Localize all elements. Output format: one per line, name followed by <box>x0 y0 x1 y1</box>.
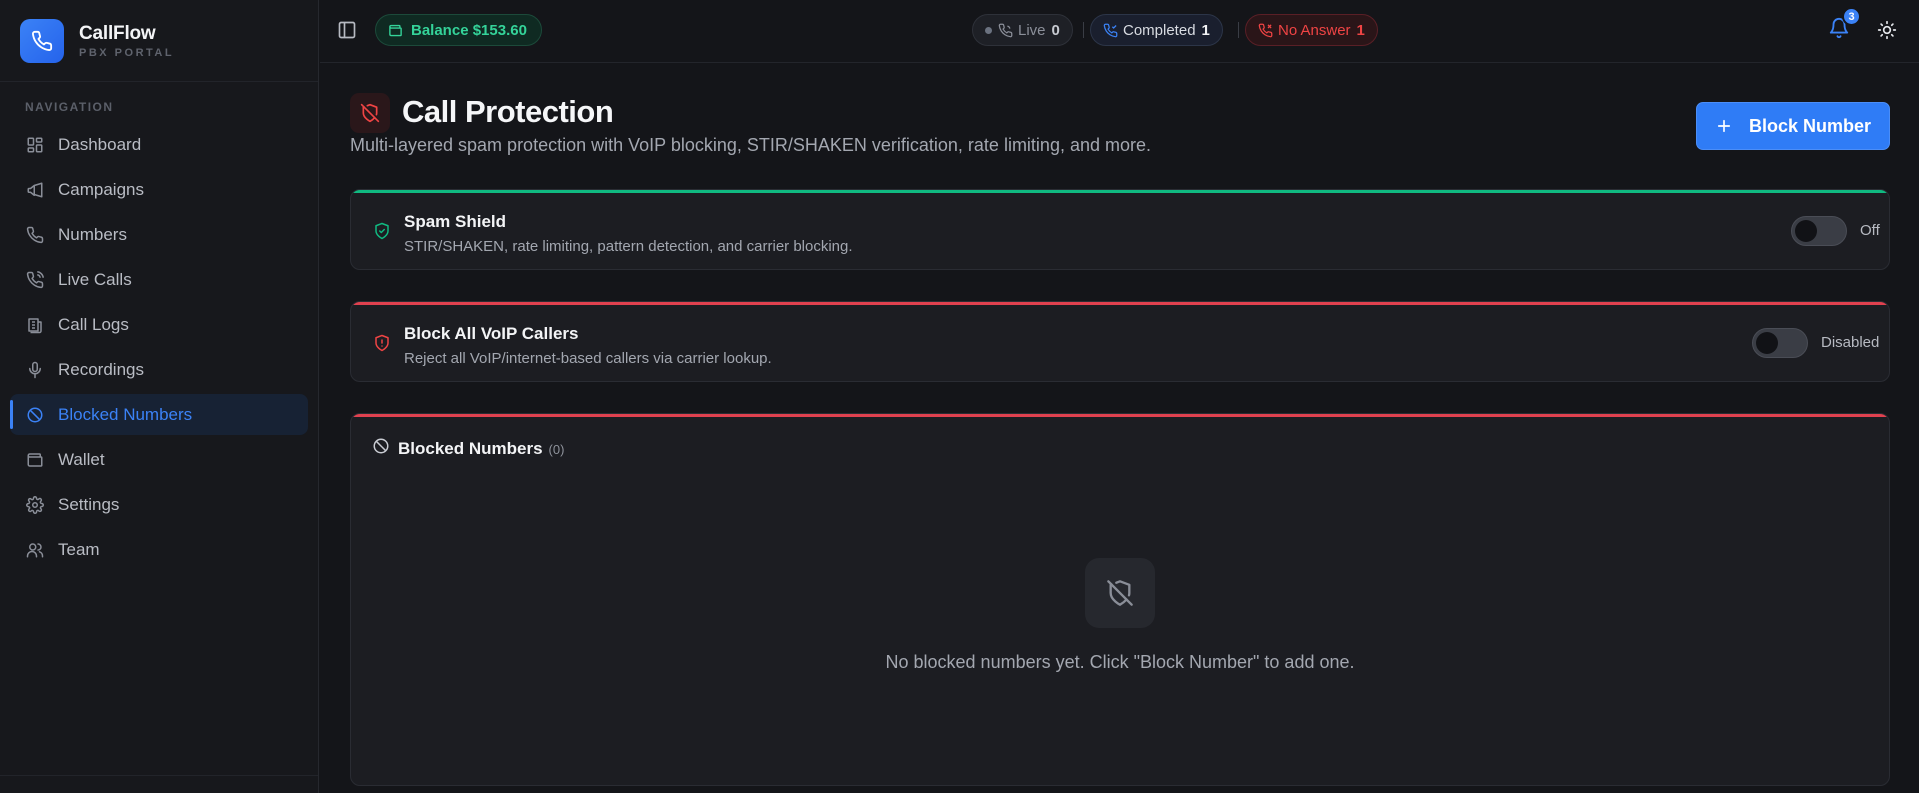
balance-label: Balance $153.60 <box>411 21 527 39</box>
voip-state: Disabled <box>1821 334 1880 351</box>
no-answer-label: No Answer <box>1278 21 1351 39</box>
sidebar-item-label: Settings <box>58 494 120 514</box>
phone-check-icon <box>1103 23 1118 37</box>
live-calls-pill[interactable]: Live 0 <box>972 14 1073 46</box>
sidebar-item-recordings[interactable]: Recordings <box>10 349 308 390</box>
sidebar-item-call-logs[interactable]: Call Logs <box>10 304 308 345</box>
ban-icon <box>373 438 389 454</box>
completed-count: 1 <box>1201 21 1210 39</box>
blocked-numbers-heading: Blocked Numbers <box>398 439 543 458</box>
sidebar-item-label: Live Calls <box>58 269 132 289</box>
megaphone-icon <box>27 182 43 197</box>
topbar: Balance $153.60 Live 0 Completed 1 No An… <box>320 0 1919 63</box>
voip-description: Reject all VoIP/internet-based callers v… <box>404 350 772 367</box>
live-status-dot <box>985 26 992 34</box>
sidebar-item-label: Recordings <box>58 359 144 379</box>
sidebar: CallFlow PBX PORTAL NAVIGATION Dashboard… <box>0 0 319 793</box>
sidebar-item-blocked-numbers[interactable]: Blocked Numbers <box>10 394 308 435</box>
blocked-numbers-card: Blocked Numbers (0) No blocked numbers ye… <box>350 413 1890 786</box>
divider <box>1083 22 1084 38</box>
voip-title: Block All VoIP Callers <box>404 324 579 343</box>
shield-off-icon <box>1107 580 1133 606</box>
live-count: 0 <box>1051 21 1060 39</box>
shield-off-icon <box>360 103 380 123</box>
shield-check-icon <box>375 222 389 240</box>
users-icon <box>26 542 44 557</box>
brand[interactable]: CallFlow PBX PORTAL <box>0 0 318 82</box>
wallet-icon <box>27 452 43 467</box>
block-number-label: Block Number <box>1748 115 1872 136</box>
live-label: Live <box>1018 21 1046 39</box>
voip-blocking-card: Block All VoIP Callers Reject all VoIP/i… <box>350 301 1890 382</box>
sidebar-item-dashboard[interactable]: Dashboard <box>10 124 308 165</box>
empty-state-icon <box>1085 558 1155 628</box>
phone-call-icon <box>26 270 44 288</box>
sidebar-item-live-calls[interactable]: Live Calls <box>10 259 308 300</box>
brand-logo <box>20 18 64 63</box>
page-subtitle: Multi-layered spam protection with VoIP … <box>350 135 1151 155</box>
sidebar-item-team[interactable]: Team <box>10 529 308 570</box>
nav-heading: NAVIGATION <box>25 100 114 114</box>
blocked-numbers-title: Blocked Numbers (0) <box>398 439 564 459</box>
spam-shield-state: Off <box>1860 222 1880 239</box>
dashboard-icon <box>27 137 43 152</box>
blocked-numbers-count: (0) <box>548 442 565 457</box>
phone-icon <box>26 226 44 243</box>
sidebar-item-settings[interactable]: Settings <box>10 484 308 525</box>
call-logs-icon <box>28 317 42 333</box>
sidebar-item-label: Numbers <box>58 224 127 244</box>
sidebar-item-label: Team <box>58 539 100 559</box>
phone-missed-icon <box>1258 23 1273 37</box>
sidebar-item-label: Wallet <box>58 449 105 469</box>
completed-label: Completed <box>1123 21 1196 39</box>
sun-icon[interactable] <box>1877 20 1897 40</box>
wallet-icon <box>389 24 402 36</box>
sidebar-item-label: Blocked Numbers <box>58 404 193 424</box>
spam-shield-title: Spam Shield <box>404 212 507 231</box>
sidebar-nav: Dashboard Campaigns Numbers Live Calls C… <box>10 124 308 574</box>
page-title: Call Protection <box>402 94 614 129</box>
spam-shield-description: STIR/SHAKEN, rate limiting, pattern dete… <box>404 238 853 255</box>
phone-call-icon <box>998 23 1013 37</box>
sidebar-toggle-icon[interactable] <box>337 20 357 40</box>
completed-calls-pill[interactable]: Completed 1 <box>1090 14 1223 46</box>
divider <box>1238 22 1239 38</box>
gear-icon <box>26 495 44 514</box>
brand-subtitle: PBX PORTAL <box>79 46 175 59</box>
page-icon <box>350 93 390 133</box>
voip-toggle[interactable] <box>1752 328 1808 358</box>
balance-badge[interactable]: Balance $153.60 <box>375 14 542 46</box>
no-answer-pill[interactable]: No Answer 1 <box>1245 14 1378 46</box>
empty-state-message: No blocked numbers yet. Click "Block Num… <box>885 652 1355 672</box>
ban-icon <box>27 407 43 422</box>
sidebar-footer <box>0 775 318 793</box>
notification-badge: 3 <box>1842 7 1861 26</box>
phone-icon <box>32 30 53 51</box>
spam-shield-card: Spam Shield STIR/SHAKEN, rate limiting, … <box>350 189 1890 270</box>
plus-icon <box>1717 119 1731 133</box>
sidebar-item-campaigns[interactable]: Campaigns <box>10 169 308 210</box>
brand-name: CallFlow <box>79 22 156 44</box>
sidebar-item-label: Dashboard <box>58 134 142 154</box>
microphone-icon <box>29 361 41 378</box>
sidebar-item-numbers[interactable]: Numbers <box>10 214 308 255</box>
block-number-button[interactable]: Block Number <box>1696 102 1890 150</box>
toggle-knob <box>1795 220 1817 242</box>
sidebar-item-label: Campaigns <box>58 179 144 199</box>
shield-alert-icon <box>375 334 389 352</box>
sidebar-item-label: Call Logs <box>58 314 129 334</box>
main-content: Call Protection Multi-layered spam prote… <box>320 64 1919 793</box>
toggle-knob <box>1756 332 1778 354</box>
sidebar-item-wallet[interactable]: Wallet <box>10 439 308 480</box>
no-answer-count: 1 <box>1356 21 1365 39</box>
spam-shield-toggle[interactable] <box>1791 216 1847 246</box>
